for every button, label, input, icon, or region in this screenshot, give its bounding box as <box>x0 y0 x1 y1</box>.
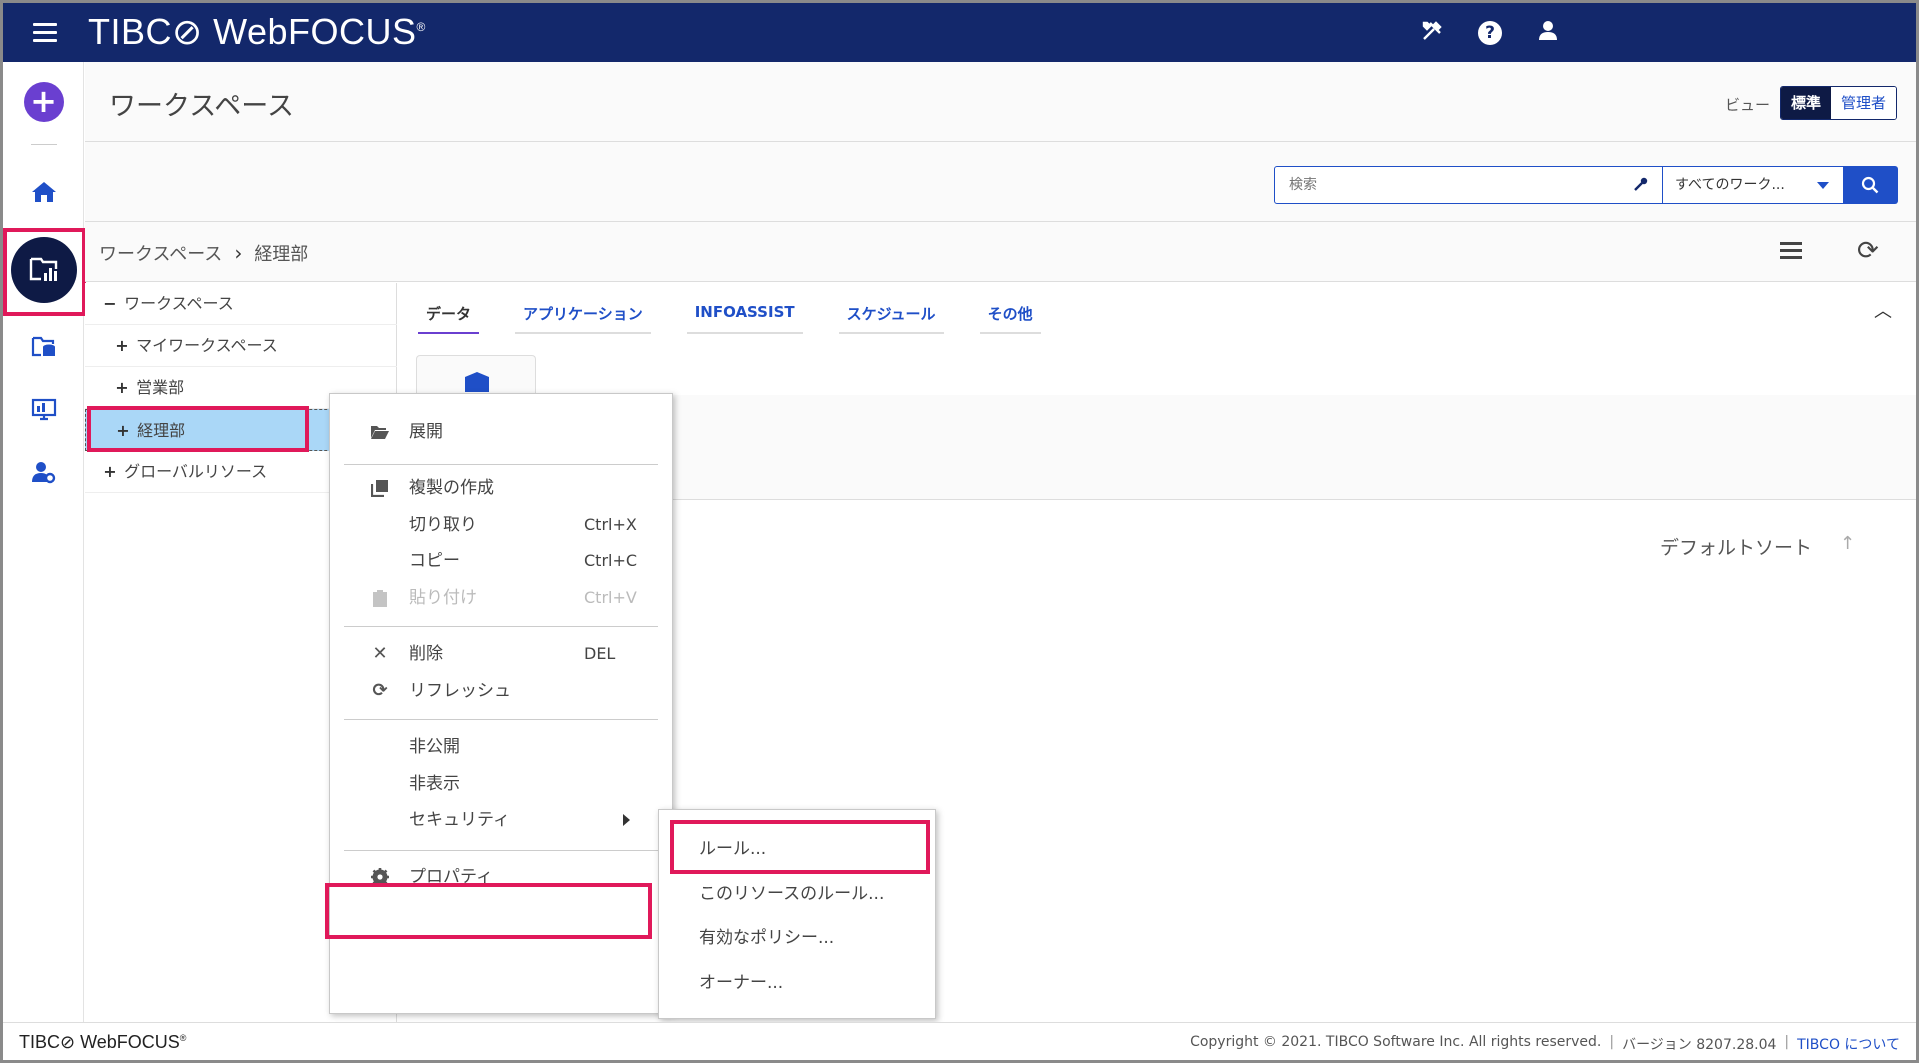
search-options-icon[interactable] <box>1633 176 1649 196</box>
portal-button[interactable] <box>3 380 84 440</box>
tab-other[interactable]: その他 <box>979 303 1041 334</box>
search-input[interactable] <box>1275 167 1615 203</box>
top-bar: TIBC⊘ WebFOCUS® ? <box>3 3 1916 62</box>
security-submenu: ルール... このリソースのルール... 有効なポリシー... オーナー... <box>658 809 936 1019</box>
user-settings-icon <box>31 462 55 484</box>
footer-logo: TIBC⊘ WebFOCUS® <box>19 1032 187 1052</box>
menu-item-expand[interactable]: 展開 <box>330 412 672 452</box>
data-tile[interactable] <box>416 355 536 395</box>
menu-item-copy[interactable]: コピー Ctrl+C <box>330 541 672 581</box>
plus-icon: + <box>23 82 64 122</box>
menu-item-security[interactable]: セキュリティ <box>330 800 672 840</box>
tools-icon[interactable] <box>1418 19 1446 47</box>
workspaces-button[interactable] <box>3 237 84 303</box>
version-text: バージョン 8207.28.04 <box>1622 1037 1777 1053</box>
page-header: ワークスペース ビュー 標準 管理者 <box>85 62 1916 142</box>
workspace-chart-icon <box>29 257 57 281</box>
tree-item-label: マイワークスペース <box>136 336 278 355</box>
collapse-icon[interactable]: − <box>101 283 119 325</box>
collapse-panel-icon[interactable]: ︿ <box>1874 297 1892 323</box>
hamburger-menu-icon[interactable] <box>33 23 57 42</box>
search-field <box>1274 166 1664 204</box>
submenu-item-resource-rules[interactable]: このリソースのルール... <box>699 879 884 904</box>
tree-item-label: 営業部 <box>136 378 185 397</box>
menu-item-delete[interactable]: ✕ 削除 DEL <box>330 634 672 674</box>
create-button[interactable]: + <box>3 72 84 132</box>
cube-icon <box>465 372 489 392</box>
chevron-right-icon: › <box>234 241 243 265</box>
submenu-item-effective-policy[interactable]: 有効なポリシー... <box>699 923 834 948</box>
home-button[interactable] <box>3 162 84 222</box>
sort-arrow-up-icon[interactable]: ↑ <box>1840 533 1855 554</box>
sort-label[interactable]: デフォルトソート <box>1660 533 1812 560</box>
data-button[interactable] <box>3 317 84 377</box>
tree-item-label: 経理部 <box>137 421 186 440</box>
tab-applications[interactable]: アプリケーション <box>515 303 651 334</box>
folder-open-icon <box>368 412 392 455</box>
copyright-text: Copyright © 2021. TIBCO Software Inc. Al… <box>1190 1034 1602 1050</box>
expand-icon[interactable]: + <box>101 451 119 493</box>
app-logo: TIBC⊘ WebFOCUS® <box>88 11 426 52</box>
view-admin-button[interactable]: 管理者 <box>1831 87 1897 119</box>
caret-down-icon <box>1817 182 1829 189</box>
menu-item-hide[interactable]: 非表示 <box>330 764 672 804</box>
tree-item-workspaces[interactable]: − ワークスペース <box>85 283 397 325</box>
context-menu: 展開 複製の作成 切り取り Ctrl+X コピー Ctrl+C 貼り付け Ctr… <box>329 393 673 1014</box>
menu-item-paste: 貼り付け Ctrl+V <box>330 578 672 618</box>
view-toggle: 標準 管理者 <box>1780 86 1898 120</box>
tree-item-label: グローバルリソース <box>124 462 268 481</box>
admin-button[interactable] <box>3 442 84 502</box>
folder-database-icon <box>31 336 55 357</box>
breadcrumb-root[interactable]: ワークスペース <box>99 240 222 266</box>
breadcrumb-current: 経理部 <box>254 244 309 265</box>
tree-item-my-workspace[interactable]: + マイワークスペース <box>85 325 397 367</box>
submenu-item-owner[interactable]: オーナー... <box>699 968 783 993</box>
tab-data[interactable]: データ <box>418 303 480 334</box>
help-icon[interactable]: ? <box>1476 19 1504 47</box>
monitor-chart-icon <box>31 398 56 421</box>
footer-info: Copyright © 2021. TIBCO Software Inc. Al… <box>1190 1034 1900 1054</box>
breadcrumb: ワークスペース › 経理部 <box>99 240 308 266</box>
caret-right-icon <box>623 814 630 826</box>
menu-item-duplicate[interactable]: 複製の作成 <box>330 468 672 508</box>
magnifier-icon <box>1861 176 1879 194</box>
clipboard-icon <box>368 578 392 622</box>
expand-icon[interactable]: + <box>114 410 132 452</box>
refresh-icon: ⟳ <box>372 680 388 701</box>
view-label: ビュー <box>1725 96 1771 114</box>
left-navigation-rail: + <box>3 62 84 1022</box>
about-link[interactable]: TIBCO について <box>1797 1034 1900 1054</box>
refresh-icon[interactable]: ⟳ <box>1857 236 1879 266</box>
resource-tabs: データ アプリケーション INFOASSIST スケジュール その他 <box>418 303 1041 334</box>
menu-item-refresh[interactable]: ⟳ リフレッシュ <box>330 671 672 711</box>
menu-item-cut[interactable]: 切り取り Ctrl+X <box>330 505 672 545</box>
submenu-item-rules[interactable]: ルール... <box>699 834 766 859</box>
breadcrumb-bar: ワークスペース › 経理部 ⟳ <box>85 222 1916 282</box>
view-standard-button[interactable]: 標準 <box>1781 87 1832 119</box>
search-button[interactable] <box>1843 166 1898 204</box>
tab-schedule[interactable]: スケジュール <box>838 303 944 334</box>
menu-item-properties[interactable]: プロパティ <box>330 857 672 897</box>
expand-icon[interactable]: + <box>113 367 131 409</box>
list-view-icon[interactable] <box>1780 242 1802 263</box>
close-icon: ✕ <box>372 643 388 664</box>
search-scope-select[interactable]: すべてのワーク... <box>1662 166 1844 204</box>
page-title: ワークスペース <box>109 91 294 122</box>
gear-icon <box>368 857 392 901</box>
user-icon[interactable] <box>1534 19 1562 47</box>
tab-infoassist[interactable]: INFOASSIST <box>686 303 803 334</box>
expand-icon[interactable]: + <box>113 325 131 367</box>
menu-item-unpublish[interactable]: 非公開 <box>330 727 672 767</box>
footer: TIBC⊘ WebFOCUS® Copyright © 2021. TIBCO … <box>3 1022 1916 1060</box>
home-icon <box>31 182 56 202</box>
search-bar: すべてのワーク... <box>85 142 1916 222</box>
tree-item-label: ワークスペース <box>124 294 234 313</box>
